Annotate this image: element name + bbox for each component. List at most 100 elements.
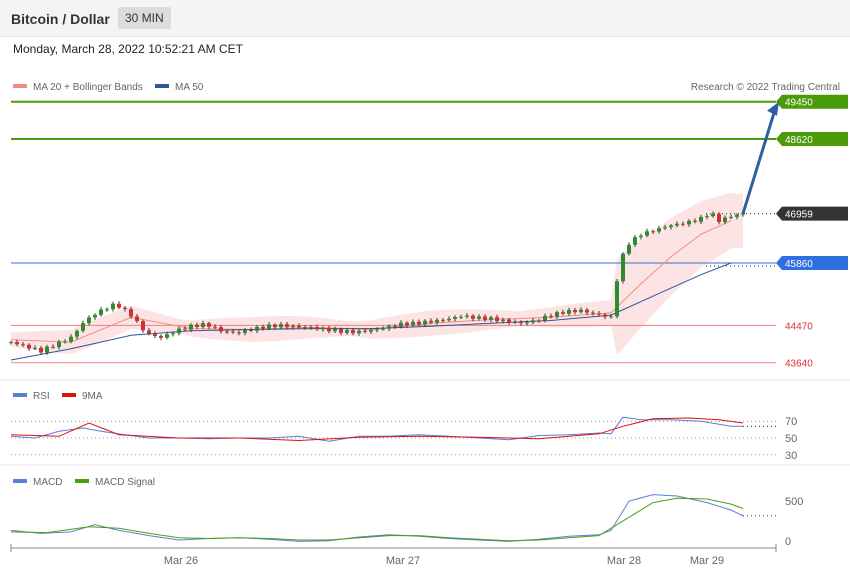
last-price-value: 46959 xyxy=(785,210,813,221)
copyright-label: Research © 2022 Trading Central xyxy=(691,82,840,93)
candle-body xyxy=(723,217,727,223)
candle-body xyxy=(333,329,337,332)
candle-body xyxy=(201,323,205,327)
candle-body xyxy=(495,317,499,322)
rsi-tick-70: 70 xyxy=(785,416,797,428)
candle xyxy=(111,301,115,312)
candle-body xyxy=(375,329,379,331)
candle-body xyxy=(225,331,229,333)
candle-body xyxy=(423,320,427,325)
candle xyxy=(621,252,625,284)
candle-body xyxy=(231,331,235,333)
candle-body xyxy=(267,324,271,329)
candle-body xyxy=(633,237,637,245)
candle-body xyxy=(141,321,145,331)
candle-body xyxy=(693,220,697,222)
rsi-legend-label: RSI xyxy=(33,391,50,402)
price-chart: MA 20 + Bollinger Bands MA 50 Research ©… xyxy=(0,82,850,567)
rsi-tick-30: 30 xyxy=(785,450,797,462)
candle-body xyxy=(711,213,715,217)
candle-body xyxy=(519,322,523,324)
rsi-ma-legend-label: 9MA xyxy=(82,391,103,402)
candle-body xyxy=(363,330,367,332)
candle-body xyxy=(177,328,181,334)
macd-tick-0: 0 xyxy=(785,536,791,548)
candle-body xyxy=(447,318,451,321)
candle-body xyxy=(603,314,607,317)
candle-body xyxy=(609,316,613,318)
candle-body xyxy=(111,303,115,310)
candle-body xyxy=(621,253,625,282)
candle-body xyxy=(51,346,55,348)
candle-body xyxy=(117,303,121,308)
candle-body xyxy=(729,216,733,218)
candle-body xyxy=(105,309,109,311)
candle-body xyxy=(63,341,67,343)
candle-body xyxy=(285,324,289,327)
candle-body xyxy=(261,326,265,329)
candle-body xyxy=(675,223,679,226)
candle-body xyxy=(663,227,667,229)
candle-body xyxy=(549,315,553,317)
candle-body xyxy=(669,225,673,228)
candle xyxy=(93,313,97,320)
candle-body xyxy=(171,333,175,335)
candle-body xyxy=(639,235,643,238)
macd-line xyxy=(10,494,744,542)
candle-body xyxy=(435,319,439,323)
candle-body xyxy=(531,320,535,323)
support-value-43640: 43640 xyxy=(785,359,813,370)
candle-body xyxy=(681,223,685,225)
rsi-ma-line xyxy=(10,417,744,442)
candle-body xyxy=(291,325,295,327)
candle-body xyxy=(537,320,541,322)
x-label-mar28: Mar 28 xyxy=(607,555,641,567)
candle-body xyxy=(705,216,709,218)
candle-body xyxy=(219,327,223,332)
candle-body xyxy=(9,342,13,344)
rsi-legend-swatch xyxy=(13,393,27,397)
candle xyxy=(159,334,163,341)
projection-arrow-line xyxy=(741,109,777,215)
candle-body xyxy=(327,327,331,332)
candle-body xyxy=(471,315,475,319)
candle-body xyxy=(273,324,277,328)
price-layer: 49450 48620 46959 45860 44470 43640 xyxy=(9,94,848,370)
candle-body xyxy=(657,228,661,232)
candle xyxy=(627,242,631,256)
candle-body xyxy=(57,341,61,348)
candle-body xyxy=(135,316,139,322)
candle-body xyxy=(81,323,85,331)
candle-body xyxy=(417,321,421,325)
rsi-ma-legend-swatch xyxy=(62,393,76,397)
candle-body xyxy=(399,322,403,327)
candle-body xyxy=(483,316,487,320)
candle-body xyxy=(357,330,361,334)
candle-body xyxy=(297,325,301,328)
ma20-legend-swatch xyxy=(13,84,27,88)
candle-body xyxy=(381,328,385,330)
candle-body xyxy=(27,344,31,349)
candle-body xyxy=(459,316,463,318)
candle-body xyxy=(237,332,241,334)
macd-layer xyxy=(10,494,776,542)
macd-signal-legend-swatch xyxy=(75,479,89,483)
ma20-legend-label: MA 20 + Bollinger Bands xyxy=(33,82,143,93)
resistance-value-49450: 49450 xyxy=(785,98,813,109)
candle-body xyxy=(33,347,37,349)
candle-body xyxy=(687,220,691,225)
candle-body xyxy=(93,314,97,318)
candle-body xyxy=(393,326,397,328)
candle-body xyxy=(501,319,505,322)
candle-body xyxy=(339,329,343,333)
candle-body xyxy=(507,319,511,323)
candle-body xyxy=(189,324,193,330)
candle-body xyxy=(87,317,91,324)
candle-body xyxy=(405,322,409,326)
projection-arrowhead xyxy=(767,101,779,116)
candle-body xyxy=(561,312,565,314)
candle-body xyxy=(465,315,469,317)
x-label-mar26: Mar 26 xyxy=(164,555,198,567)
candle xyxy=(105,307,109,312)
rsi-layer xyxy=(10,416,776,456)
